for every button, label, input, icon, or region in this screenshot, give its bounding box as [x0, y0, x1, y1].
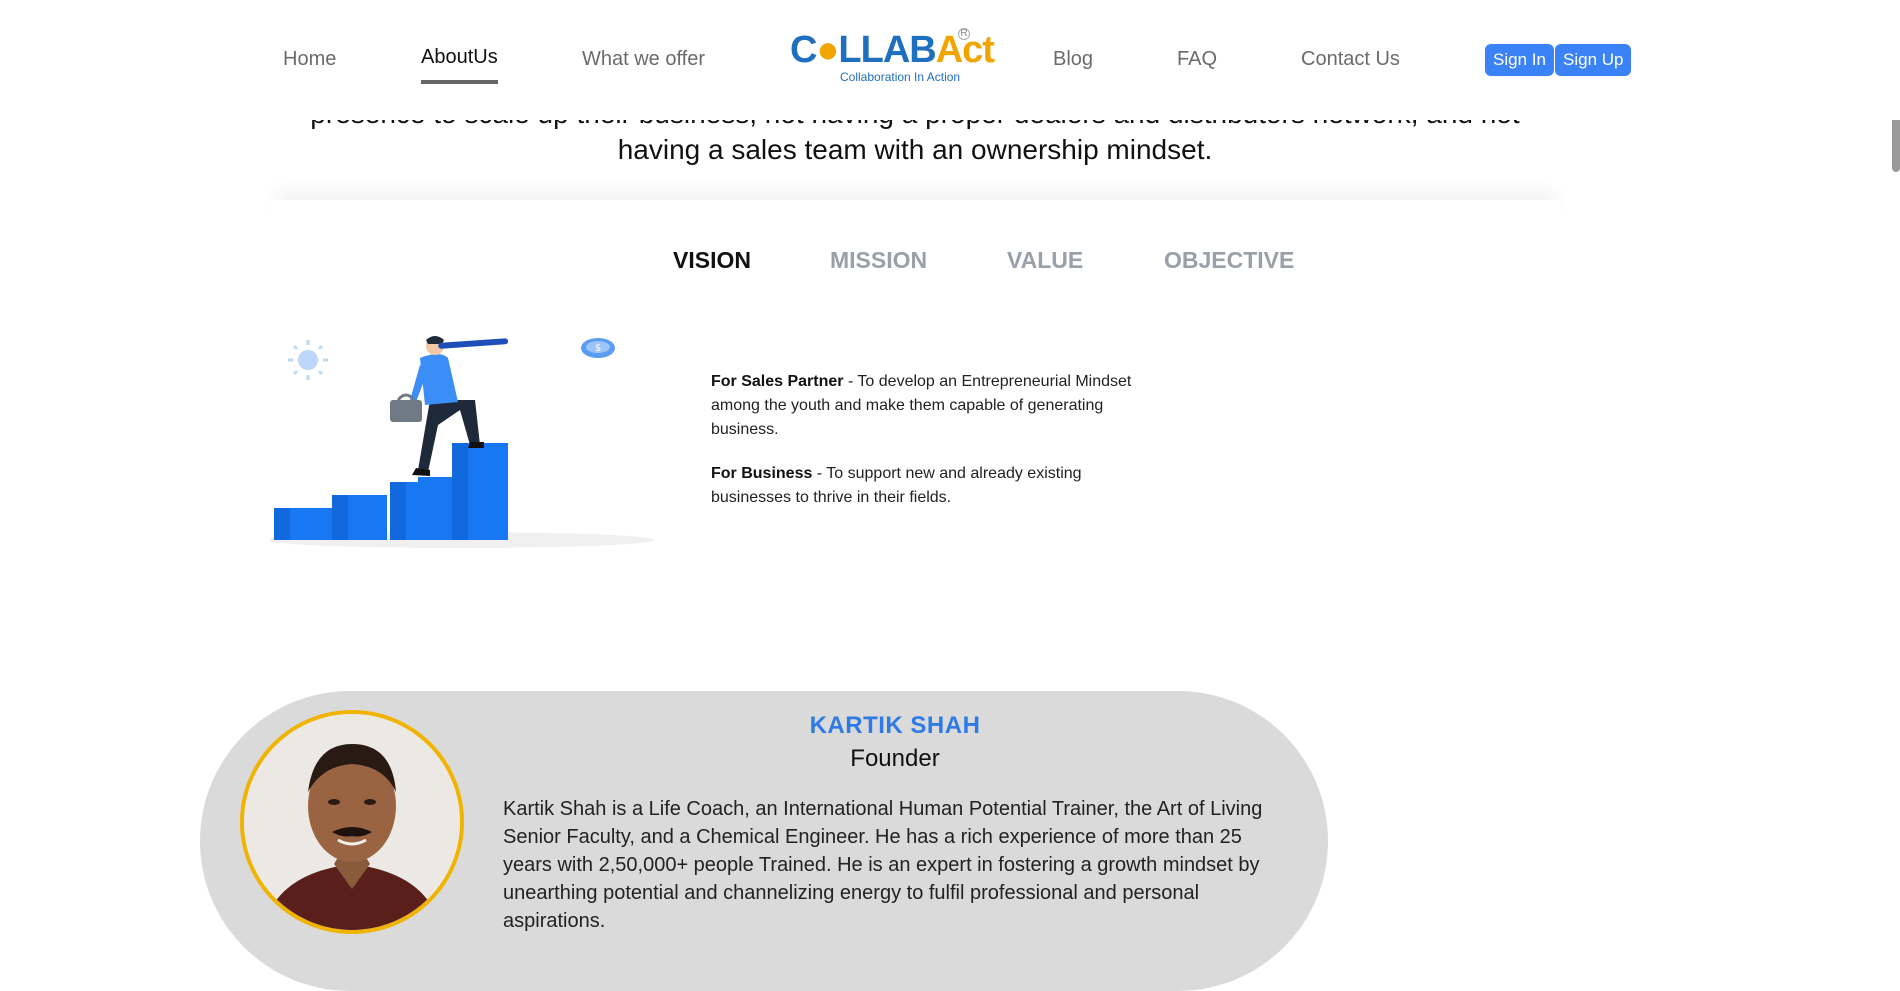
founder-avatar [240, 710, 464, 934]
tab-vision[interactable]: VISION [673, 247, 751, 274]
vision-item-sales-partner: For Sales Partner - To develop an Entrep… [711, 373, 1132, 438]
vision-illustration: $ [270, 336, 655, 548]
nav-link-what-we-offer[interactable]: What we offer [582, 48, 705, 71]
collabact-logo[interactable]: C●LLABAct Collaboration In Action R [790, 28, 995, 88]
tab-objective[interactable]: OBJECTIVE [1164, 247, 1294, 274]
founder-role: Founder [850, 745, 940, 772]
nav-link-home[interactable]: Home [283, 48, 336, 71]
sun-icon [288, 340, 328, 380]
nav-link-faq[interactable]: FAQ [1177, 48, 1217, 71]
registered-mark: R [958, 28, 970, 40]
founder-name: KARTIK SHAH [809, 712, 981, 739]
section-divider-shadow [270, 200, 1560, 220]
nav-link-about-us[interactable]: AboutUs [421, 46, 498, 69]
vision-content: For Sales Partner - To develop an Entrep… [711, 370, 1141, 530]
vision-item-business: For Business - To support new and alread… [711, 465, 1082, 506]
navbar: Home AboutUs What we offer C●LLABAct Col… [0, 0, 1900, 120]
founder-bio: Kartik Shah is a Life Coach, an Internat… [503, 798, 1263, 932]
nav-link-blog[interactable]: Blog [1053, 48, 1093, 71]
svg-text:$: $ [595, 343, 601, 354]
active-nav-underline [421, 80, 498, 84]
nav-link-contact-us[interactable]: Contact Us [1301, 48, 1400, 71]
tab-value[interactable]: VALUE [1007, 247, 1083, 274]
logo-tagline: Collaboration In Action [840, 70, 961, 84]
sign-up-button[interactable]: Sign Up [1555, 44, 1632, 76]
tab-mission[interactable]: MISSION [830, 247, 927, 274]
sign-in-button[interactable]: Sign In [1485, 44, 1554, 76]
dollar-coin-icon: $ [581, 338, 615, 358]
